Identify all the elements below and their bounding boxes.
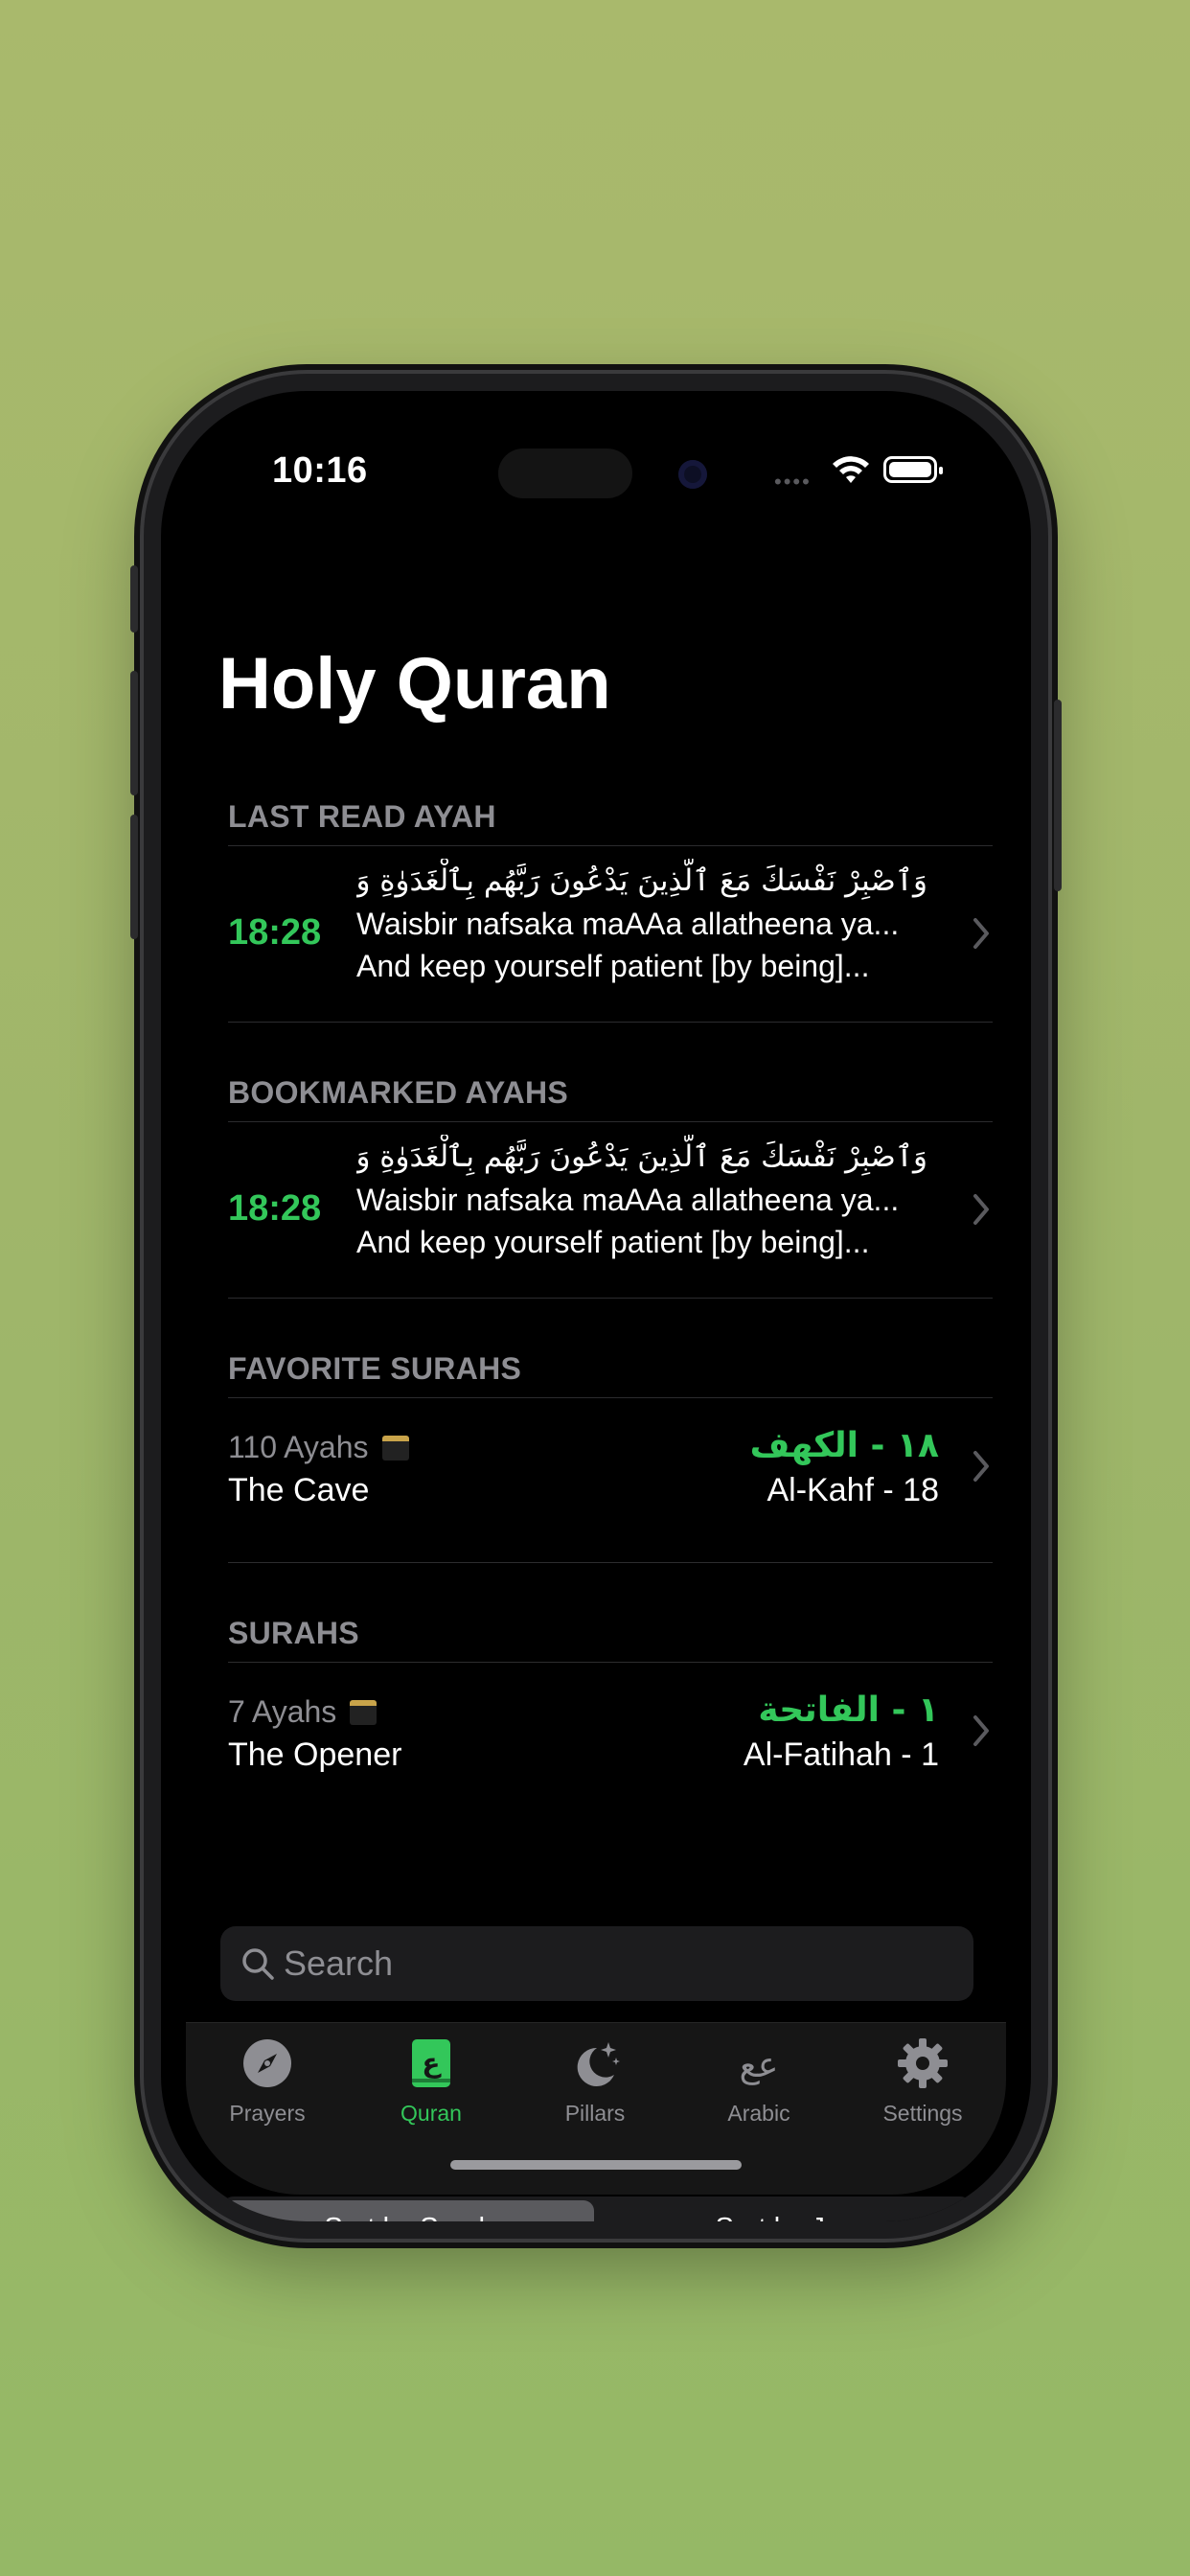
tab-prayers[interactable]: Prayers [186, 2031, 349, 2136]
home-indicator [450, 2160, 742, 2170]
favorite-surah-row[interactable]: 110 Ayahs The Cave ١٨ - الكهف Al-Kahf - … [228, 1401, 993, 1535]
divider [228, 1022, 993, 1023]
tab-pillars[interactable]: Pillars [514, 2031, 676, 2136]
ayah-count-label: 110 Ayahs [228, 1430, 369, 1464]
ayah-arabic-text: وَٱصْبِرْ نَفْسَكَ مَعَ ٱلَّذِينَ يَدْعُ… [356, 863, 927, 898]
kaaba-icon [350, 1700, 378, 1725]
tab-label: Settings [882, 2101, 963, 2126]
surah-latin-name: Al-Kahf - 18 [767, 1472, 939, 1508]
tab-label: Quran [400, 2101, 462, 2126]
ayah-translation: And keep yourself patient [by being]... [356, 1225, 870, 1259]
volume-down-button [130, 815, 138, 939]
ayah-arabic-text: وَٱصْبِرْ نَفْسَكَ مَعَ ٱلَّذِينَ يَدْعُ… [356, 1139, 927, 1174]
surah-arabic-name: ١ - الفاتحة [758, 1690, 939, 1730]
camera-indicator [678, 460, 707, 489]
section-header-surahs: SURAHS [228, 1616, 359, 1650]
surah-english-name: The Opener [228, 1736, 402, 1773]
divider [228, 1662, 993, 1663]
ayah-transliteration: Waisbir nafsaka maAAa allatheena ya... [356, 907, 900, 941]
moon-stars-icon [577, 2042, 620, 2086]
arabic-letters-icon: عع [740, 2046, 779, 2085]
chevron-right-icon [973, 1451, 989, 1482]
surah-ayah-count: 7 Ayahs [228, 1694, 378, 1730]
tab-label: Prayers [229, 2101, 306, 2126]
divider [228, 1562, 993, 1563]
tab-arabic[interactable]: عع Arabic [677, 2031, 840, 2136]
tab-label: Arabic [727, 2101, 790, 2126]
last-read-ayah-row[interactable]: 18:28 وَٱصْبِرْ نَفْسَكَ مَعَ ٱلَّذِينَ … [228, 849, 993, 1022]
surah-latin-name: Al-Fatihah - 1 [743, 1736, 939, 1773]
bookmarked-ayah-row[interactable]: 18:28 وَٱصْبِرْ نَفْسَكَ مَعَ ٱلَّذِينَ … [228, 1125, 993, 1298]
search-input[interactable]: Search [220, 1926, 973, 2001]
divider [228, 1397, 993, 1398]
dynamic-island [498, 448, 632, 498]
divider [228, 1298, 993, 1299]
ayah-reference: 18:28 [228, 1188, 322, 1229]
section-header-last-read: LAST READ AYAH [228, 799, 496, 834]
status-time: 10:16 [272, 450, 368, 491]
wifi-icon [833, 456, 869, 483]
surah-english-name: The Cave [228, 1472, 370, 1508]
compass-icon [243, 2039, 291, 2087]
sort-by-juz-button[interactable]: Sort by Juz [600, 2200, 970, 2222]
surah-arabic-name: ١٨ - الكهف [749, 1426, 939, 1465]
chevron-right-icon [973, 1715, 989, 1746]
status-bar: 10:16 •••• [161, 391, 1031, 516]
ayah-reference: 18:28 [228, 912, 322, 953]
search-placeholder: Search [284, 1944, 394, 1983]
surah-row[interactable]: 7 Ayahs The Opener ١ - الفاتحة Al-Fatiha… [228, 1666, 993, 1800]
search-icon [242, 1948, 274, 1980]
chevron-right-icon [973, 918, 989, 949]
sort-by-surah-button[interactable]: Sort by Surah [224, 2200, 594, 2221]
tab-label: Pillars [564, 2101, 626, 2126]
signal-dots-icon: •••• [774, 470, 812, 494]
volume-up-button [130, 671, 138, 795]
gear-icon [898, 2038, 948, 2088]
divider [228, 1121, 993, 1122]
page-title: Holy Quran [218, 643, 611, 724]
ayah-translation: And keep yourself patient [by being]... [356, 949, 870, 983]
ayah-count-label: 7 Ayahs [228, 1694, 337, 1729]
sort-segmented-control: Sort by Surah Sort by Juz [220, 2196, 973, 2221]
kaaba-icon [381, 1436, 409, 1460]
battery-icon [883, 456, 943, 483]
mute-switch [130, 565, 138, 632]
section-header-bookmarked: BOOKMARKED AYAHS [228, 1075, 569, 1110]
ayah-transliteration: Waisbir nafsaka maAAa allatheena ya... [356, 1183, 900, 1217]
svg-text:ع: ع [422, 2047, 442, 2079]
tab-bar: Prayers ع Quran Pillars عع Arabic Settin… [186, 2022, 1006, 2195]
divider [228, 845, 993, 846]
section-header-favorites: FAVORITE SURAHS [228, 1351, 522, 1386]
tab-quran[interactable]: ع Quran [350, 2031, 513, 2136]
svg-text:عع: عع [740, 2046, 779, 2085]
quran-book-icon: ع [412, 2039, 450, 2087]
tab-settings[interactable]: Settings [841, 2031, 1004, 2136]
chevron-right-icon [973, 1194, 989, 1225]
power-button [1054, 700, 1062, 891]
surah-ayah-count: 110 Ayahs [228, 1430, 409, 1465]
